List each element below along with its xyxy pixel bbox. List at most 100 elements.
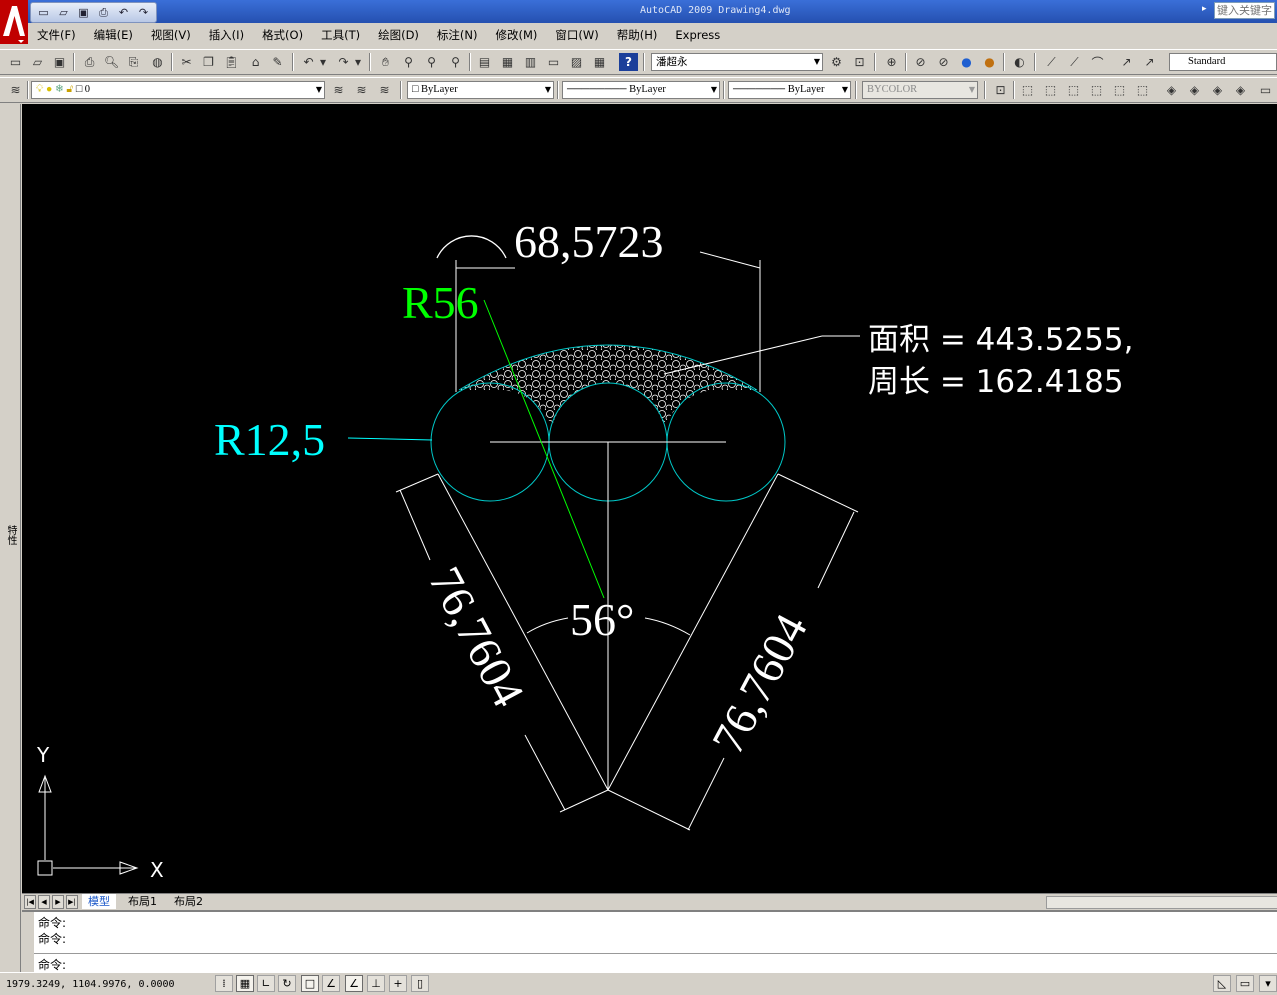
object-snap-tracking-icon[interactable]: ∠ [322, 975, 340, 992]
back-view-icon[interactable]: ⬚ [1133, 81, 1152, 99]
block-editor-icon[interactable]: ✎ [268, 53, 287, 71]
camera-icon[interactable]: ▭ [1256, 81, 1275, 99]
dim-aligned-icon[interactable]: ⟋ [1065, 53, 1084, 71]
zoom-previous-icon[interactable]: ⚲ [446, 53, 465, 71]
plot-icon[interactable]: ⎙ [95, 5, 112, 20]
menu-edit[interactable]: 编辑(E) [85, 27, 142, 43]
undo-icon[interactable]: ↶ [299, 53, 318, 71]
menu-insert[interactable]: 插入(I) [200, 27, 253, 43]
publish-icon[interactable]: ⎘ [124, 53, 143, 71]
dim-linear-icon[interactable]: ⟋ [1042, 53, 1061, 71]
drawing-canvas[interactable]: 68,5723 R56 R12,5 面积 = 443.5255, 周长 = 16… [22, 104, 1277, 893]
save-icon[interactable]: ▣ [50, 53, 69, 71]
last-tab-icon[interactable]: ▶| [66, 895, 78, 909]
top-view-icon[interactable]: ⬚ [1018, 81, 1037, 99]
2d-wireframe-icon[interactable]: ⊘ [911, 53, 930, 71]
tab-model[interactable]: 模型 [82, 894, 116, 909]
dim-arc-icon[interactable]: ⌒ [1088, 53, 1107, 71]
linetype-select[interactable]: ──────── ByLayer ▼ [562, 81, 720, 99]
undo-icon[interactable]: ↶ [115, 5, 132, 20]
help-icon[interactable]: ? [619, 53, 638, 71]
undo-dropdown-icon[interactable]: ▾ [318, 53, 328, 71]
copy-icon[interactable]: ❐ [199, 53, 218, 71]
prev-tab-icon[interactable]: ◀ [38, 895, 50, 909]
cut-icon[interactable]: ✂ [177, 53, 196, 71]
save-icon[interactable]: ▣ [75, 5, 92, 20]
properties-icon[interactable]: ▤ [475, 53, 494, 71]
lineweight-toggle-icon[interactable]: + [389, 975, 407, 992]
command-window-grip[interactable] [22, 912, 34, 972]
redo-icon[interactable]: ↷ [334, 53, 353, 71]
menu-file[interactable]: 文件(F) [28, 27, 85, 43]
redo-dropdown-icon[interactable]: ▾ [353, 53, 363, 71]
menu-draw[interactable]: 绘图(D) [369, 27, 428, 43]
plot-icon[interactable]: ⎙ [80, 53, 99, 71]
layer-state-icon[interactable]: ≋ [375, 81, 394, 99]
menu-dimension[interactable]: 标注(N) [428, 27, 487, 43]
tab-layout2[interactable]: 布局2 [168, 894, 209, 909]
quick-properties-icon[interactable]: ▯ [411, 975, 429, 992]
search-expand-icon[interactable]: ▸ [1202, 4, 1207, 14]
tool-palettes-icon[interactable]: ▥ [521, 53, 540, 71]
layer-previous-icon[interactable]: ≋ [352, 81, 371, 99]
dim-diameter-icon[interactable]: ↗ [1140, 53, 1159, 71]
coordinate-readout[interactable]: 1979.3249, 1104.9976, 0.0000 [6, 979, 175, 990]
design-center-icon[interactable]: ▦ [498, 53, 517, 71]
open-icon[interactable]: ▱ [28, 53, 47, 71]
menu-help[interactable]: 帮助(H) [608, 27, 667, 43]
make-current-layer-icon[interactable]: ≋ [329, 81, 348, 99]
menu-view[interactable]: 视图(V) [142, 27, 200, 43]
next-tab-icon[interactable]: ▶ [52, 895, 64, 909]
model-space-icon[interactable]: ◺ [1213, 975, 1231, 992]
autocad-logo-icon[interactable] [0, 0, 28, 44]
paste-icon[interactable]: 📋︎ [222, 53, 241, 71]
status-menu-icon[interactable]: ▾ [1259, 975, 1277, 992]
named-views-icon[interactable]: ⊡ [991, 81, 1010, 99]
new-icon[interactable]: ▭ [35, 5, 52, 20]
front-view-icon[interactable]: ⬚ [1110, 81, 1129, 99]
se-iso-view-icon[interactable]: ◈ [1185, 81, 1204, 99]
calculator-icon[interactable]: ▦ [590, 53, 609, 71]
dim-radius-icon[interactable]: ↗ [1117, 53, 1136, 71]
layout-icon[interactable]: ▭ [1236, 975, 1254, 992]
match-properties-icon[interactable]: ⌂ [246, 53, 265, 71]
menu-express[interactable]: Express [666, 28, 729, 42]
first-tab-icon[interactable]: |◀ [24, 895, 36, 909]
markup-icon[interactable]: ▨ [567, 53, 586, 71]
3d-hidden-icon[interactable]: ⊘ [934, 53, 953, 71]
zoom-realtime-icon[interactable]: ⚲ [399, 53, 418, 71]
zoom-window-icon[interactable]: ⚲ [422, 53, 441, 71]
object-snap-icon[interactable]: □ [301, 975, 319, 992]
dim-style-manager-icon[interactable]: ⊡ [850, 53, 869, 71]
bottom-view-icon[interactable]: ⬚ [1041, 81, 1060, 99]
sw-iso-view-icon[interactable]: ◈ [1162, 81, 1181, 99]
ortho-mode-icon[interactable]: ∟ [257, 975, 275, 992]
3d-orbit-icon[interactable]: ⊕ [882, 53, 901, 71]
text-style-manager-icon[interactable]: ⚙ [827, 53, 846, 71]
search-input[interactable] [1214, 2, 1275, 19]
horizontal-scrollbar[interactable] [1046, 896, 1277, 909]
ne-iso-view-icon[interactable]: ◈ [1208, 81, 1227, 99]
polar-tracking-icon[interactable]: ↻ [278, 975, 296, 992]
layer-select[interactable]: 💡︎ ● ❄ 🔓︎ □ 0 ▼ [31, 81, 325, 99]
grid-display-icon[interactable]: ▦ [236, 975, 254, 992]
new-icon[interactable]: ▭ [6, 53, 25, 71]
menu-modify[interactable]: 修改(M) [487, 27, 547, 43]
color-select[interactable]: □ ByLayer ▼ [407, 81, 554, 99]
dynamic-input-icon[interactable]: ⊥ [367, 975, 385, 992]
lineweight-select[interactable]: ─────── ByLayer ▼ [728, 81, 851, 99]
redo-icon[interactable]: ↷ [135, 5, 152, 20]
menu-format[interactable]: 格式(O) [253, 27, 312, 43]
3d-dwf-icon[interactable]: ◍ [148, 53, 167, 71]
plot-preview-icon[interactable]: 🔍︎ [102, 53, 121, 71]
render-icon[interactable]: ◐ [1010, 53, 1029, 71]
open-icon[interactable]: ▱ [55, 5, 72, 20]
menu-window[interactable]: 窗口(W) [546, 27, 607, 43]
text-style-select[interactable]: 潘超永 ▼ [651, 53, 823, 71]
command-prompt[interactable]: 命令: [38, 956, 66, 973]
dynamic-ucs-icon[interactable]: ∠ [345, 975, 363, 992]
conceptual-icon[interactable]: ● [980, 53, 999, 71]
left-view-icon[interactable]: ⬚ [1064, 81, 1083, 99]
tab-layout1[interactable]: 布局1 [122, 894, 163, 909]
nw-iso-view-icon[interactable]: ◈ [1231, 81, 1250, 99]
